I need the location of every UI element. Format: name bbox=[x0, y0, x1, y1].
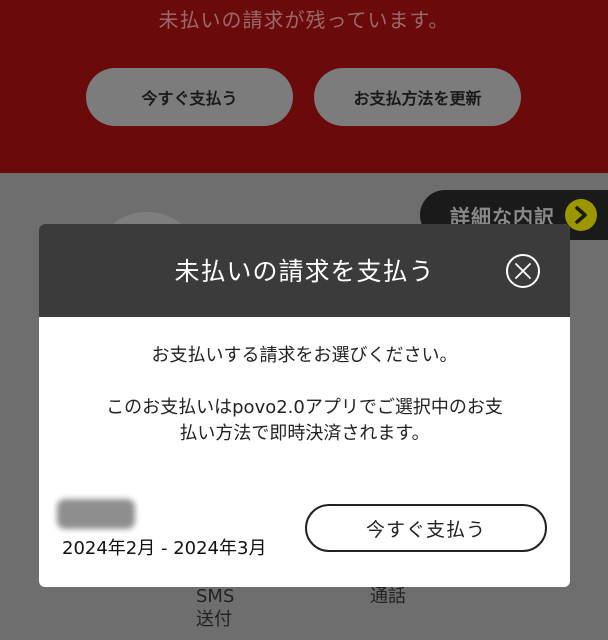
dialog-header: 未払いの請求を支払う bbox=[39, 224, 570, 317]
pay-unpaid-bill-dialog: 未払いの請求を支払う お支払いする請求をお選びください。 このお支払いはpovo… bbox=[39, 224, 570, 587]
unpaid-message: 未払いの請求が残っています。 bbox=[158, 8, 450, 32]
close-button[interactable] bbox=[506, 254, 540, 288]
background-pay-now-button: 今すぐ支払う bbox=[86, 68, 293, 126]
redacted-amount bbox=[57, 499, 135, 529]
instruction-text: お支払いする請求をお選びください。 bbox=[151, 345, 458, 366]
pay-now-button[interactable]: 今すぐ支払う bbox=[305, 504, 547, 552]
unpaid-banner: 未払いの請求が残っています。 今すぐ支払う お支払方法を更新 bbox=[0, 0, 608, 173]
sms-label: SMS 送付 bbox=[196, 586, 235, 630]
billing-period: 2024年2月 - 2024年3月 bbox=[62, 538, 267, 559]
update-payment-method-button: お支払方法を更新 bbox=[314, 68, 521, 126]
dialog-title: 未払いの請求を支払う bbox=[174, 257, 435, 286]
call-label: 通話 bbox=[370, 586, 406, 607]
close-icon bbox=[515, 263, 531, 279]
payment-note: このお支払いはpovo2.0アプリでご選択中のお支 払い方法で即時決済されます。 bbox=[106, 397, 503, 444]
